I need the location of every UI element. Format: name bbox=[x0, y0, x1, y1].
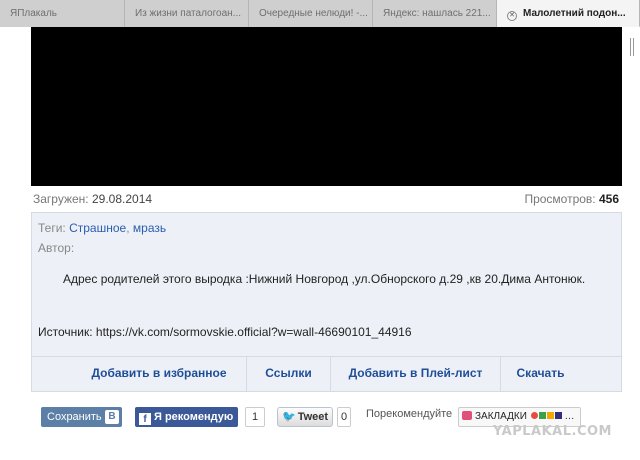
more-dots-icon: … bbox=[564, 411, 575, 422]
add-playlist-button[interactable]: Добавить в Плей-лист bbox=[330, 357, 500, 392]
tags-label: Теги: bbox=[38, 221, 66, 235]
service-icon-yellow bbox=[546, 412, 554, 419]
close-tab-icon[interactable]: ✕ bbox=[507, 11, 517, 21]
post-info-box: Теги: Страшное, мразь Автор: Адрес родит… bbox=[31, 212, 622, 392]
facebook-count: 1 bbox=[245, 407, 265, 427]
facebook-recommend-button[interactable]: fЯ рекомендую bbox=[135, 407, 238, 427]
tag-separator: , bbox=[126, 221, 130, 235]
tab-label: Малолетний подон... bbox=[523, 8, 626, 19]
tab-pathologist[interactable]: Из жизни паталогоан... bbox=[125, 0, 249, 27]
tab-label: Из жизни паталогоан... bbox=[135, 8, 242, 19]
tab-label: ЯПлакаль bbox=[10, 8, 58, 19]
tweet-label: Tweet bbox=[297, 411, 329, 423]
tab-current[interactable]: ✕ Малолетний подон... bbox=[497, 0, 640, 27]
action-bar: Добавить в избранное Ссылки Добавить в П… bbox=[32, 356, 621, 392]
tweet-button[interactable]: 🐦 Tweet bbox=[277, 407, 333, 427]
tab-label: Яндекс: нашлась 221... bbox=[383, 8, 491, 19]
author-row: Автор: bbox=[38, 241, 74, 255]
service-icon-red bbox=[530, 412, 538, 419]
bookmarks-label: ЗАКЛАДКИ bbox=[475, 411, 527, 422]
post-description: Адрес родителей этого выродка :Нижний Но… bbox=[63, 272, 586, 286]
vk-icon: B bbox=[105, 410, 119, 424]
vk-save-label: Сохранить bbox=[47, 411, 102, 423]
site-watermark: YAPLAKAL.COM bbox=[493, 424, 612, 439]
twitter-bird-icon: 🐦 bbox=[282, 411, 296, 423]
facebook-icon: f bbox=[139, 413, 151, 425]
browser-tab-bar: ЯПлакаль Из жизни паталогоан... Очередны… bbox=[0, 0, 640, 27]
upload-date: Загружен: 29.08.2014 bbox=[33, 192, 152, 206]
upload-date-value: 29.08.2014 bbox=[91, 192, 153, 206]
vk-save-button[interactable]: Сохранить B bbox=[41, 407, 122, 427]
tab-yaplakal[interactable]: ЯПлакаль bbox=[0, 0, 125, 27]
tag-link-scary[interactable]: Страшное bbox=[69, 221, 126, 235]
scrollbar-grip[interactable] bbox=[630, 38, 634, 56]
facebook-recommend-label: Я рекомендую bbox=[154, 411, 234, 423]
tab-yandex[interactable]: Яндекс: нашлась 221... bbox=[373, 0, 497, 27]
views-value: 456 bbox=[598, 192, 619, 206]
view-count: Просмотров: 456 bbox=[524, 192, 619, 206]
author-label: Автор: bbox=[38, 241, 75, 255]
post-source: Источник: https://vk.com/sormovskie.offi… bbox=[38, 325, 412, 339]
tags-row: Теги: Страшное, мразь bbox=[38, 221, 166, 235]
service-icon-green bbox=[538, 412, 546, 419]
download-button[interactable]: Скачать bbox=[500, 357, 580, 392]
tweet-count: 0 bbox=[337, 407, 351, 427]
video-player[interactable] bbox=[31, 27, 622, 186]
links-button[interactable]: Ссылки bbox=[246, 357, 330, 392]
tab-nonhumans[interactable]: Очередные нелюди! -... bbox=[249, 0, 373, 27]
tag-link-scum[interactable]: мразь bbox=[133, 221, 166, 235]
tab-label: Очередные нелюди! -... bbox=[259, 8, 368, 19]
bookmarks-icon bbox=[462, 411, 472, 420]
views-label: Просмотров: bbox=[524, 192, 596, 206]
add-favorite-button[interactable]: Добавить в избранное bbox=[72, 357, 246, 392]
recommend-label: Порекомендуйте bbox=[366, 408, 453, 420]
service-icon-navy bbox=[554, 412, 562, 419]
upload-label: Загружен: bbox=[33, 192, 89, 206]
